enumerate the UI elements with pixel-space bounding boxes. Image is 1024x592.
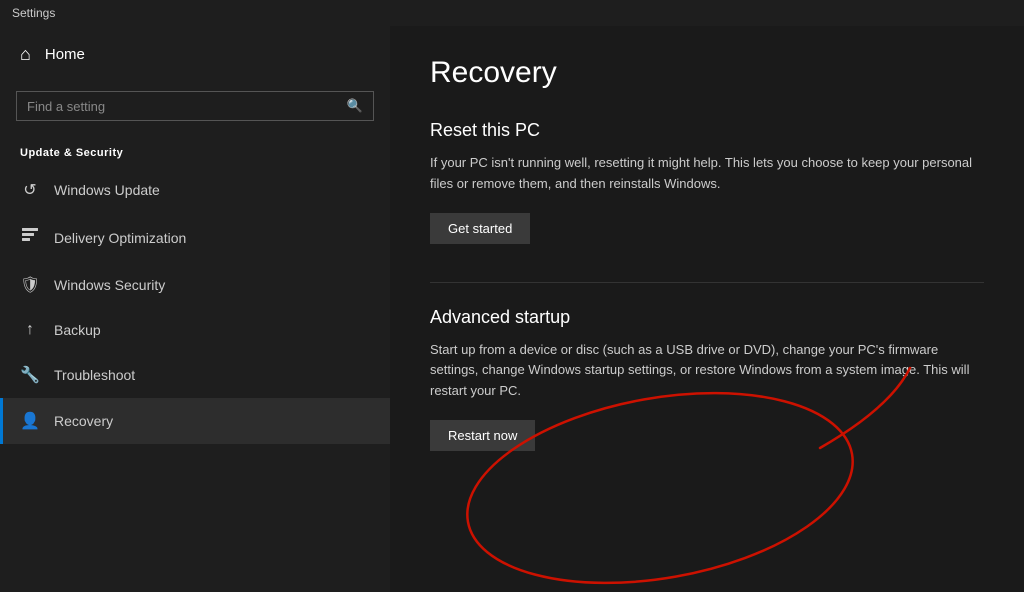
- search-input[interactable]: [27, 99, 347, 114]
- nav-label-backup: Backup: [54, 322, 101, 338]
- content-area: Recovery Reset this PC If your PC isn't …: [390, 26, 1024, 592]
- advanced-startup-title: Advanced startup: [430, 307, 984, 328]
- reset-pc-description: If your PC isn't running well, resetting…: [430, 153, 984, 195]
- sidebar-item-home[interactable]: ⌂ Home: [0, 26, 390, 83]
- nav-label-recovery: Recovery: [54, 413, 113, 429]
- backup-icon: ↑: [20, 321, 40, 339]
- title-bar: Settings: [0, 0, 1024, 26]
- windows-update-icon: ↺: [20, 180, 40, 200]
- get-started-button[interactable]: Get started: [430, 213, 530, 244]
- reset-pc-title: Reset this PC: [430, 120, 984, 141]
- recovery-icon: 👤: [20, 411, 40, 431]
- nav-label-delivery-optimization: Delivery Optimization: [54, 230, 186, 246]
- sidebar: ⌂ Home 🔍 Update & Security ↺ Windows Upd…: [0, 26, 390, 592]
- advanced-startup-description: Start up from a device or disc (such as …: [430, 340, 984, 402]
- nav-label-windows-security: Windows Security: [54, 277, 165, 293]
- restart-now-button[interactable]: Restart now: [430, 420, 535, 451]
- nav-label-windows-update: Windows Update: [54, 182, 160, 198]
- delivery-optimization-icon: [20, 226, 40, 249]
- section-header: Update & Security: [0, 137, 390, 167]
- home-label: Home: [45, 46, 85, 63]
- main-layout: ⌂ Home 🔍 Update & Security ↺ Windows Upd…: [0, 26, 1024, 592]
- troubleshoot-icon: 🔧: [20, 365, 40, 385]
- sidebar-item-backup[interactable]: ↑ Backup: [0, 308, 390, 352]
- sidebar-item-recovery[interactable]: 👤 Recovery: [0, 398, 390, 444]
- home-icon: ⌂: [20, 44, 31, 65]
- nav-label-troubleshoot: Troubleshoot: [54, 367, 135, 383]
- sidebar-item-delivery-optimization[interactable]: Delivery Optimization: [0, 213, 390, 262]
- sidebar-item-troubleshoot[interactable]: 🔧 Troubleshoot: [0, 352, 390, 398]
- sidebar-item-windows-security[interactable]: 🛡 Windows Security: [0, 262, 390, 308]
- windows-security-icon: 🛡: [20, 275, 40, 295]
- section-divider: [430, 282, 984, 283]
- sidebar-item-windows-update[interactable]: ↺ Windows Update: [0, 167, 390, 213]
- app-title: Settings: [12, 6, 55, 20]
- search-box: 🔍: [16, 91, 374, 121]
- search-icon: 🔍: [347, 98, 363, 114]
- page-title: Recovery: [430, 56, 984, 90]
